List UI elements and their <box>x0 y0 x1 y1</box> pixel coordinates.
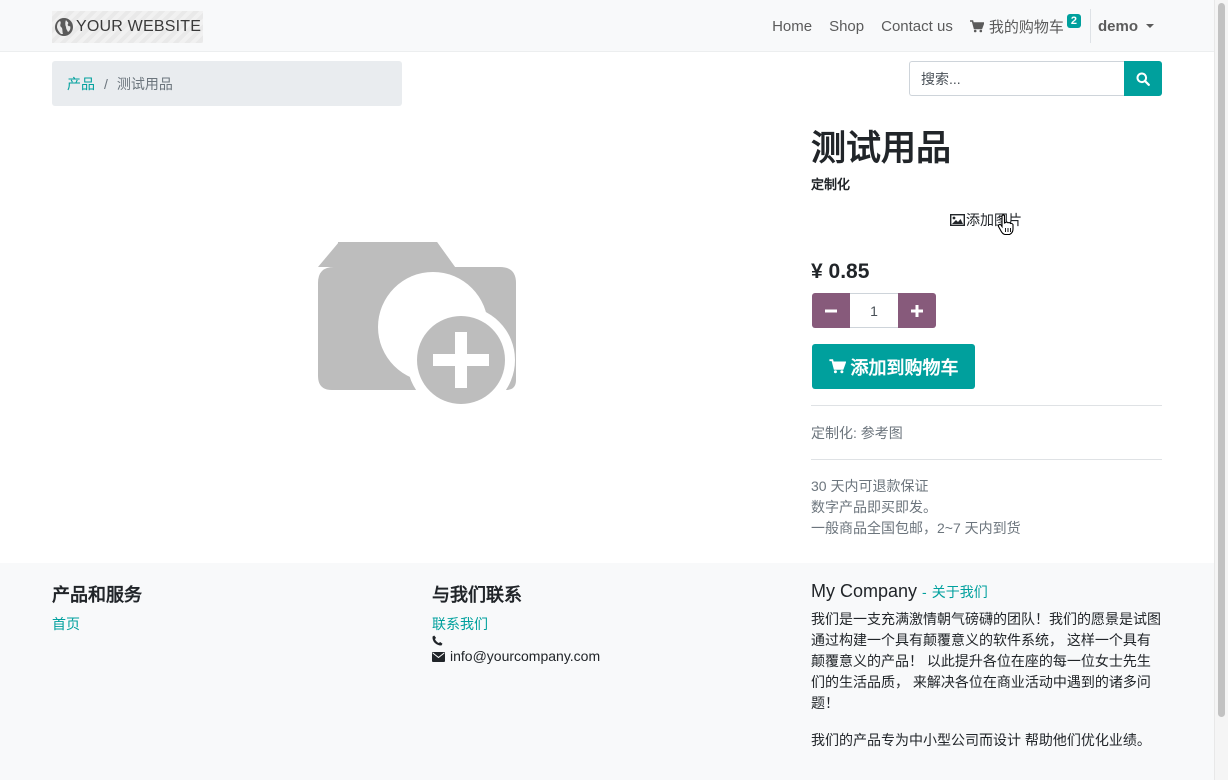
nav-home[interactable]: Home <box>772 18 812 35</box>
footer-company-heading: My Company - 关于我们 <box>811 581 1163 602</box>
footer-contact-link[interactable]: 联系我们 <box>432 614 600 635</box>
company-description: 我们是一支充满激情朝气磅礴的团队！我们的愿景是试图通过构建一个具有颠覆意义的软件… <box>811 611 1161 711</box>
cart-label: 我的购物车 <box>988 18 1064 36</box>
camera-plus-icon <box>318 242 516 414</box>
hand-pointer-icon <box>997 214 1014 236</box>
divider <box>811 405 1162 406</box>
footer-email: info@yourcompany.com <box>432 646 600 667</box>
divider <box>811 459 1162 460</box>
caret-down-icon <box>1146 24 1154 28</box>
envelope-icon <box>432 651 445 662</box>
cart-icon <box>828 359 846 374</box>
phone-icon <box>432 635 443 646</box>
nav-divider <box>1089 9 1091 43</box>
search-input[interactable] <box>909 61 1124 96</box>
company-tagline: 我们的产品专为中小型公司而设计 帮助他们优化业绩。 <box>811 732 1151 748</box>
breadcrumb-separator: / <box>104 75 108 92</box>
company-separator: - <box>922 584 927 600</box>
footer-products-column: 产品和服务 首页 <box>52 581 142 635</box>
nav-links: Home Shop Contact us 我的购物车 2 demo <box>772 0 1214 52</box>
product-terms: 30 天内可退款保证 数字产品即买即发。 一般商品全国包邮，2~7 天内到货 <box>811 476 1021 539</box>
scrollbar-thumb[interactable] <box>1218 3 1225 717</box>
search-icon <box>1136 72 1150 86</box>
quantity-plus-button[interactable] <box>898 293 936 328</box>
footer-contact-column: 与我们联系 联系我们 info@yourcompany.com <box>432 581 600 667</box>
add-to-cart-button[interactable]: 添加到购物车 <box>812 344 975 389</box>
cart-count-badge: 2 <box>1066 14 1081 28</box>
footer-email-value: info@yourcompany.com <box>450 648 601 664</box>
footer-phone <box>432 635 600 646</box>
terms-line: 数字产品即买即发。 <box>811 499 937 515</box>
product-price: ¥ 0.85 <box>811 260 870 283</box>
search-bar <box>909 61 1162 96</box>
footer-home-link[interactable]: 首页 <box>52 614 142 635</box>
customization-info: 定制化: 参考图 <box>811 425 903 441</box>
search-button[interactable] <box>1124 61 1162 96</box>
breadcrumb-current: 测试用品 <box>116 75 173 92</box>
about-us-link[interactable]: 关于我们 <box>932 584 988 600</box>
product-subtitle: 定制化 <box>811 177 851 192</box>
add-to-cart-label: 添加到购物车 <box>850 357 959 378</box>
breadcrumb-products[interactable]: 产品 <box>67 74 95 94</box>
footer-company-column: My Company - 关于我们 我们是一支充满激情朝气磅礴的团队！我们的愿景… <box>811 581 1163 751</box>
globe-icon <box>55 18 73 36</box>
footer: 产品和服务 首页 与我们联系 联系我们 info@yourcompany.com… <box>0 563 1214 780</box>
company-name: My Company <box>811 581 918 601</box>
scrollbar[interactable] <box>1214 0 1228 780</box>
breadcrumb: 产品 / 测试用品 <box>52 61 402 106</box>
quantity-stepper <box>812 293 936 328</box>
nav-cart[interactable]: 我的购物车 2 <box>969 14 1081 37</box>
footer-heading: 与我们联系 <box>432 585 522 605</box>
footer-heading: 产品和服务 <box>52 585 142 605</box>
user-menu[interactable]: demo <box>1098 18 1154 35</box>
terms-line: 30 天内可退款保证 <box>811 478 929 494</box>
nav-contact[interactable]: Contact us <box>881 18 953 35</box>
product-title: 测试用品 <box>811 129 952 168</box>
product-image-placeholder <box>315 240 520 420</box>
terms-line: 一般商品全国包邮，2~7 天内到货 <box>811 520 1021 536</box>
quantity-minus-button[interactable] <box>812 293 850 328</box>
image-icon <box>950 214 965 226</box>
brand-text: YOUR WEBSITE <box>76 18 202 35</box>
minus-icon <box>825 309 837 312</box>
nav-shop[interactable]: Shop <box>829 18 864 35</box>
navbar: YOUR WEBSITE Home Shop Contact us 我的购物车 … <box>0 0 1214 52</box>
brand-logo[interactable]: YOUR WEBSITE <box>52 11 204 43</box>
user-name: demo <box>1097 17 1138 35</box>
cart-icon <box>969 19 984 32</box>
plus-icon <box>911 304 923 317</box>
quantity-input[interactable] <box>850 293 898 328</box>
